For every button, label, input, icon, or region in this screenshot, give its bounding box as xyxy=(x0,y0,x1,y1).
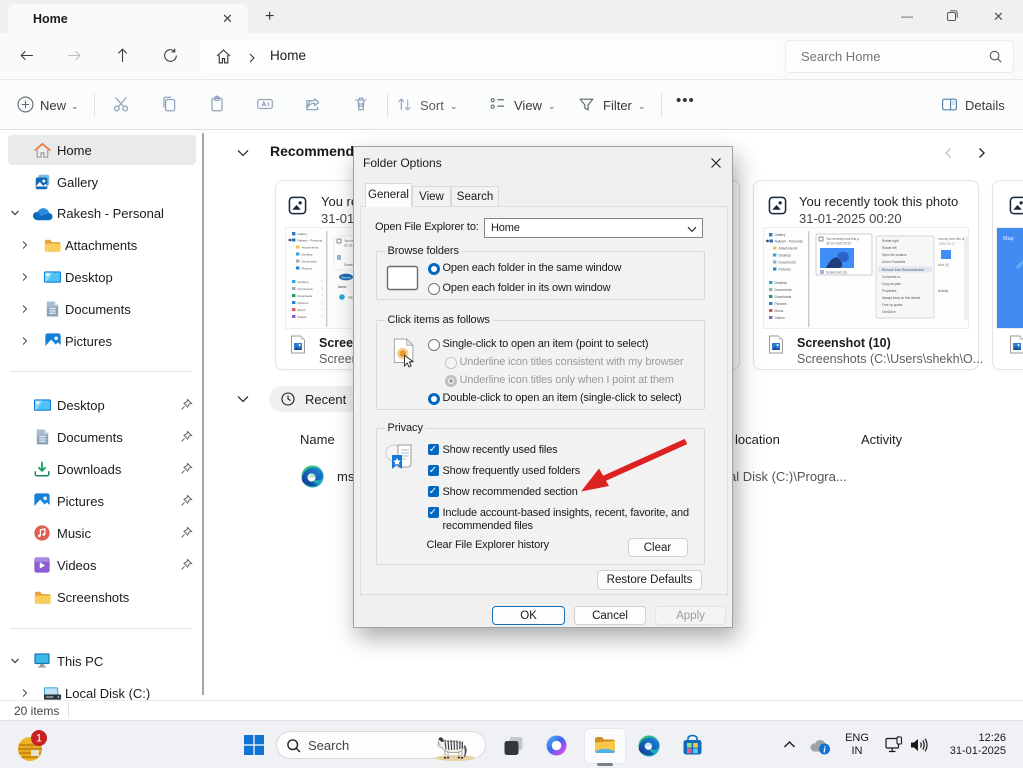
svg-text:Pictures: Pictures xyxy=(775,302,788,306)
svg-text:Downloads: Downloads xyxy=(775,295,792,299)
svg-text:Documents: Documents xyxy=(779,260,796,264)
svg-text:Gallery: Gallery xyxy=(298,232,308,236)
svg-text:Desktop: Desktop xyxy=(775,281,788,285)
svg-text:Screenshot (9): Screenshot (9) xyxy=(826,271,847,275)
svg-text:Music: Music xyxy=(775,309,784,313)
svg-text:Pictures: Pictures xyxy=(302,266,313,270)
svg-text:Properties: Properties xyxy=(882,289,897,293)
svg-text:Copy as path: Copy as path xyxy=(882,282,901,286)
svg-text:shot (9): shot (9) xyxy=(938,263,949,267)
svg-text:Desktop: Desktop xyxy=(298,280,309,284)
svg-text:Documents: Documents xyxy=(775,288,792,292)
svg-text:Documents: Documents xyxy=(302,259,318,263)
svg-text:Name: Name xyxy=(338,285,347,289)
svg-text:Desktop: Desktop xyxy=(779,253,792,257)
svg-text:Downloads: Downloads xyxy=(298,294,313,298)
svg-text:Gallery: Gallery xyxy=(775,233,786,237)
svg-text:Add to Favorites: Add to Favorites xyxy=(882,260,906,264)
svg-text:Free up space: Free up space xyxy=(882,303,903,307)
svg-text:Rakesh - Personal: Rakesh - Personal xyxy=(775,239,803,243)
svg-text:1: 1 xyxy=(36,733,42,745)
svg-text:31-01-2025 00:19: 31-01-2025 00:19 xyxy=(826,242,851,246)
svg-text:Music: Music xyxy=(298,308,306,312)
svg-text:Activity: Activity xyxy=(938,289,949,293)
svg-text:Always keep on this device: Always keep on this device xyxy=(882,296,920,300)
svg-text:Rakesh - Personal: Rakesh - Personal xyxy=(298,238,323,242)
svg-text:Videos: Videos xyxy=(298,315,308,319)
svg-text:OneDrive: OneDrive xyxy=(882,310,896,314)
svg-text:-2025 00:17: -2025 00:17 xyxy=(938,242,955,246)
svg-text:Attachments: Attachments xyxy=(302,245,319,249)
svg-text:Desktop: Desktop xyxy=(302,252,313,256)
svg-text:Map: Map xyxy=(1003,236,1014,242)
svg-text:Compress to...: Compress to... xyxy=(882,275,903,279)
svg-text:Remove from Recommended: Remove from Recommended xyxy=(882,268,924,272)
svg-text:Pictures: Pictures xyxy=(298,301,309,305)
svg-text:Rotate left: Rotate left xyxy=(882,246,897,250)
svg-text:Rotate right: Rotate right xyxy=(882,239,899,243)
svg-text:Documents: Documents xyxy=(298,287,314,291)
svg-text:Attachments: Attachments xyxy=(779,246,798,250)
svg-text:ecently took this ph: ecently took this ph xyxy=(938,237,966,241)
svg-text:Pictures: Pictures xyxy=(779,267,792,271)
svg-text:Recent: Recent xyxy=(342,275,352,279)
svg-text:Videos: Videos xyxy=(775,316,786,320)
svg-text:Open file location: Open file location xyxy=(882,253,907,257)
svg-text:You recently took this p: You recently took this p xyxy=(826,237,859,241)
